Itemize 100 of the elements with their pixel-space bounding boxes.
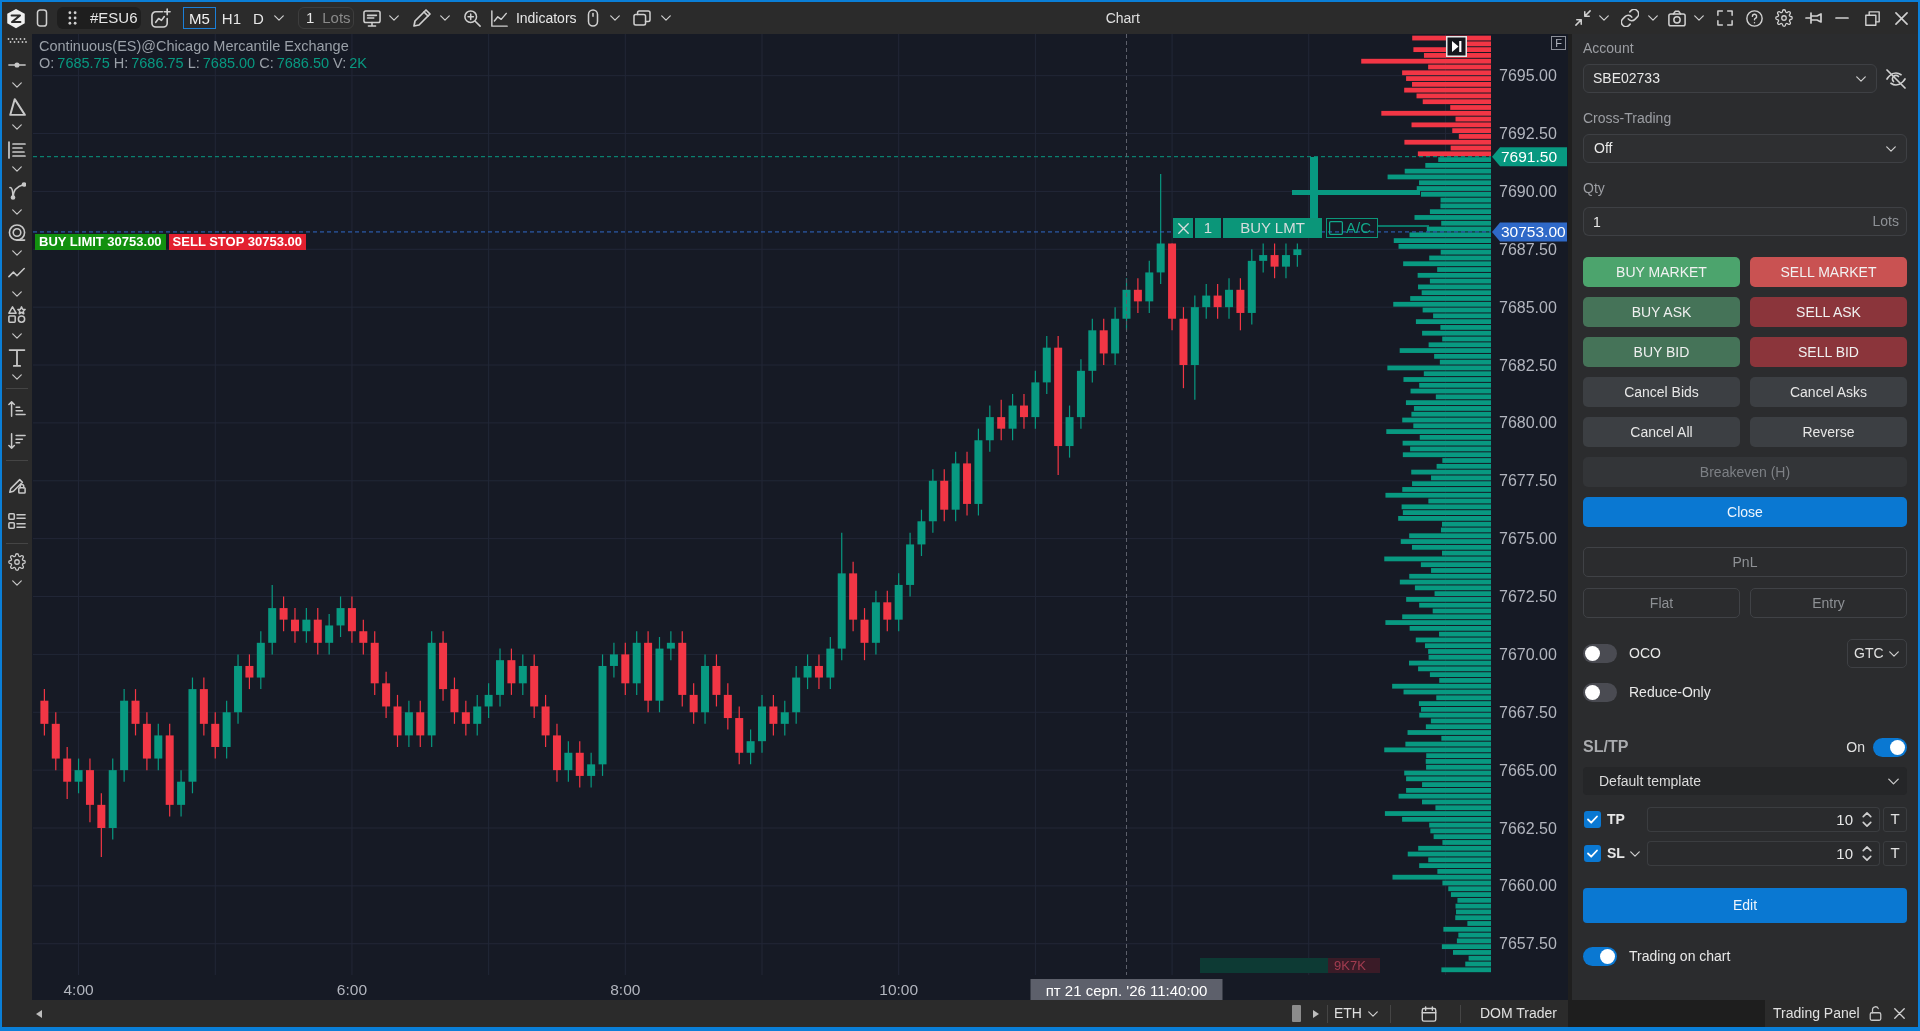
caret-right-icon[interactable] [1313, 1009, 1319, 1018]
symbol-selector[interactable]: #ESU6 [57, 7, 141, 29]
order-tag[interactable]: SELL STOP 30753.00 [168, 234, 306, 250]
chevron-down-icon[interactable] [12, 209, 22, 215]
cross-trading-select[interactable]: Off [1583, 134, 1907, 163]
timeframe-tab[interactable]: D [247, 7, 270, 29]
toggle-switch[interactable] [1583, 644, 1617, 663]
chevron-down-icon[interactable] [1629, 850, 1640, 857]
caret-left-icon[interactable] [36, 1009, 42, 1018]
order-action-button[interactable]: Reverse [1750, 417, 1907, 447]
chevron-down-icon[interactable] [273, 15, 284, 21]
lock-icon[interactable] [1868, 1006, 1882, 1021]
mouse-icon[interactable] [586, 9, 599, 27]
sell-order-button[interactable]: SELL ASK [1750, 297, 1907, 327]
curve-icon[interactable] [8, 182, 26, 200]
timeframe-tab[interactable]: H1 [215, 7, 248, 29]
shapes-icon[interactable] [8, 306, 26, 324]
pnl-button[interactable]: Entry [1750, 588, 1907, 618]
price-label: 7677.50 [1499, 472, 1557, 490]
phone-icon[interactable] [36, 9, 48, 27]
chevron-down-icon[interactable] [388, 15, 399, 21]
triangle-icon[interactable] [8, 98, 26, 116]
primary-button[interactable]: Close [1583, 497, 1907, 527]
eye-off-icon[interactable] [1885, 68, 1907, 89]
expand-icon[interactable] [1717, 10, 1733, 26]
list-icon[interactable] [8, 512, 26, 530]
checkbox[interactable] [1584, 811, 1601, 828]
quantity-field[interactable]: 1 Lots [297, 7, 354, 29]
pin-icon[interactable] [1805, 12, 1822, 24]
buy-order-button[interactable]: BUY BID [1583, 337, 1740, 367]
order-action-button[interactable]: Cancel All [1583, 417, 1740, 447]
windows-icon[interactable] [632, 10, 651, 26]
chevron-down-icon[interactable] [439, 15, 450, 21]
chevron-down-icon[interactable] [12, 250, 22, 256]
calendar-icon[interactable] [1421, 1005, 1437, 1022]
account-select[interactable]: SBE02733 [1583, 64, 1877, 93]
link-icon[interactable] [1621, 9, 1639, 27]
scrollbar-thumb[interactable] [1292, 1005, 1301, 1022]
chart-add-icon[interactable] [151, 8, 171, 28]
scale-mode-button[interactable]: F [1551, 36, 1566, 50]
camera-icon[interactable] [1668, 9, 1686, 27]
toggle-switch[interactable] [1873, 737, 1907, 757]
compress-icon[interactable] [1575, 10, 1591, 26]
sort-ascending-icon[interactable] [8, 400, 26, 418]
order-action-button[interactable]: Cancel Asks [1750, 377, 1907, 407]
chevron-down-icon[interactable] [12, 333, 22, 339]
zoom-in-icon[interactable] [463, 9, 481, 27]
timeframe-tab[interactable]: M5 [183, 7, 216, 29]
chevron-down-icon[interactable] [12, 291, 22, 297]
skip-to-end-icon[interactable] [1446, 36, 1467, 57]
session-select[interactable]: ETH [1334, 1002, 1378, 1025]
order-tag[interactable]: BUY LIMIT 30753.00 [35, 234, 166, 250]
chevron-down-icon[interactable] [12, 82, 22, 88]
app-logo-icon[interactable] [6, 7, 26, 29]
chevron-down-icon[interactable] [1599, 15, 1609, 21]
market-sell-button[interactable]: SELL MARKET [1750, 257, 1907, 287]
price-label: 7657.50 [1499, 935, 1557, 953]
settings-icon[interactable] [8, 553, 26, 571]
lines-icon[interactable] [8, 141, 26, 159]
buy-order-button[interactable]: BUY ASK [1583, 297, 1740, 327]
sell-order-button[interactable]: SELL BID [1750, 337, 1907, 367]
settings-icon[interactable] [1775, 9, 1793, 27]
candle [780, 700, 789, 736]
checkbox[interactable] [1584, 845, 1601, 862]
close-icon[interactable] [1895, 11, 1908, 25]
pnl-button[interactable]: Flat [1583, 588, 1740, 618]
text-tool-icon[interactable] [8, 349, 26, 367]
template-select[interactable]: Default template [1583, 767, 1907, 795]
toggle-switch[interactable] [1583, 682, 1617, 702]
chevron-down-icon[interactable] [660, 15, 671, 21]
unit-button[interactable]: T [1883, 807, 1907, 832]
candle [1088, 318, 1097, 383]
pnl-button[interactable]: PnL [1583, 547, 1907, 577]
unit-button[interactable]: T [1883, 841, 1907, 866]
restore-icon[interactable] [1865, 10, 1880, 26]
edit-button[interactable]: Edit [1583, 888, 1907, 923]
pencil-lock-icon[interactable] [8, 476, 26, 494]
chevron-down-icon[interactable] [12, 166, 22, 172]
chevron-down-icon[interactable] [12, 580, 22, 586]
minimize-icon[interactable] [1835, 16, 1849, 20]
spiral-icon[interactable] [8, 224, 26, 242]
checkbox[interactable] [1329, 221, 1343, 235]
close-icon[interactable] [1893, 1008, 1905, 1019]
chevron-down-icon[interactable] [12, 374, 22, 380]
order-action-button[interactable]: Cancel Bids [1583, 377, 1740, 407]
pencil-icon[interactable] [412, 9, 431, 27]
chevron-down-icon[interactable] [1694, 15, 1704, 21]
indicators-button[interactable]: Indicators [490, 6, 577, 30]
help-icon[interactable] [1746, 9, 1763, 27]
cancel-order-button[interactable] [1173, 218, 1193, 238]
monitor-icon[interactable] [362, 9, 381, 27]
chevron-down-icon[interactable] [12, 124, 22, 130]
chevron-down-icon[interactable] [1648, 15, 1658, 21]
wave-icon[interactable] [8, 266, 26, 280]
toggle-switch[interactable] [1583, 946, 1617, 966]
dom-trader-tab[interactable]: DOM Trader [1480, 1002, 1557, 1025]
time-in-force-select[interactable]: GTC [1847, 639, 1907, 668]
ref-line-label: 7691.50 [1501, 148, 1558, 166]
sort-descending-icon[interactable] [8, 432, 26, 450]
chevron-down-icon[interactable] [609, 15, 620, 21]
